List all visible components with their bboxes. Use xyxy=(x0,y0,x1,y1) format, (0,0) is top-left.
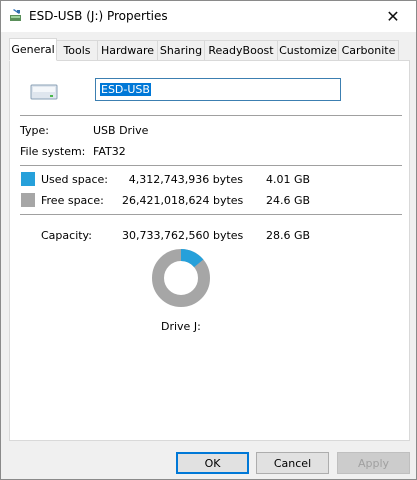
drive-name-field[interactable]: ESD-USB xyxy=(95,78,341,101)
free-space-swatch xyxy=(21,193,35,207)
ok-button[interactable]: OK xyxy=(176,452,249,474)
drive-letter-label: Drive J: xyxy=(161,320,201,333)
tab-sharing[interactable]: Sharing xyxy=(157,40,205,60)
used-space-label: Used space: xyxy=(41,173,109,186)
cancel-button[interactable]: Cancel xyxy=(256,452,329,474)
separator xyxy=(20,165,402,166)
tab-tools[interactable]: Tools xyxy=(56,40,98,60)
free-space-size: 24.6 GB xyxy=(266,194,311,207)
used-space-size: 4.01 GB xyxy=(266,173,311,186)
file-system-label: File system: xyxy=(20,145,86,158)
tab-general[interactable]: General xyxy=(9,38,57,61)
used-space-bytes: 4,312,743,936 bytes xyxy=(128,173,243,186)
separator xyxy=(20,115,402,116)
separator xyxy=(20,214,402,215)
type-value: USB Drive xyxy=(93,124,149,137)
title-bar[interactable]: ESD-USB (J:) Properties ✕ xyxy=(1,1,416,32)
used-space-swatch xyxy=(21,172,35,186)
drive-name-value: ESD-USB xyxy=(100,83,151,96)
properties-window: ESD-USB (J:) Properties ✕ General Tools … xyxy=(0,0,417,480)
close-button[interactable]: ✕ xyxy=(370,1,416,32)
tab-carbonite[interactable]: Carbonite xyxy=(338,40,399,60)
tab-hardware[interactable]: Hardware xyxy=(97,40,158,60)
usb-drive-title-icon xyxy=(10,9,21,21)
usb-drive-icon xyxy=(30,84,58,100)
apply-button[interactable]: Apply xyxy=(337,452,410,474)
type-label: Type: xyxy=(20,124,49,137)
free-space-label: Free space: xyxy=(41,194,104,207)
close-icon: ✕ xyxy=(386,7,400,26)
usage-donut-chart xyxy=(152,249,210,307)
general-panel: ESD-USB Type: USB Drive File system: FAT… xyxy=(9,60,410,441)
window-title: ESD-USB (J:) Properties xyxy=(29,9,168,23)
capacity-bytes: 30,733,762,560 bytes xyxy=(122,229,244,242)
capacity-size: 28.6 GB xyxy=(266,229,311,242)
tab-strip: General Tools Hardware Sharing ReadyBoos… xyxy=(9,38,409,61)
capacity-label: Capacity: xyxy=(41,229,92,242)
free-space-bytes: 26,421,018,624 bytes xyxy=(122,194,244,207)
tab-readyboost[interactable]: ReadyBoost xyxy=(204,40,278,60)
tab-customize[interactable]: Customize xyxy=(277,40,339,60)
file-system-value: FAT32 xyxy=(93,145,126,158)
